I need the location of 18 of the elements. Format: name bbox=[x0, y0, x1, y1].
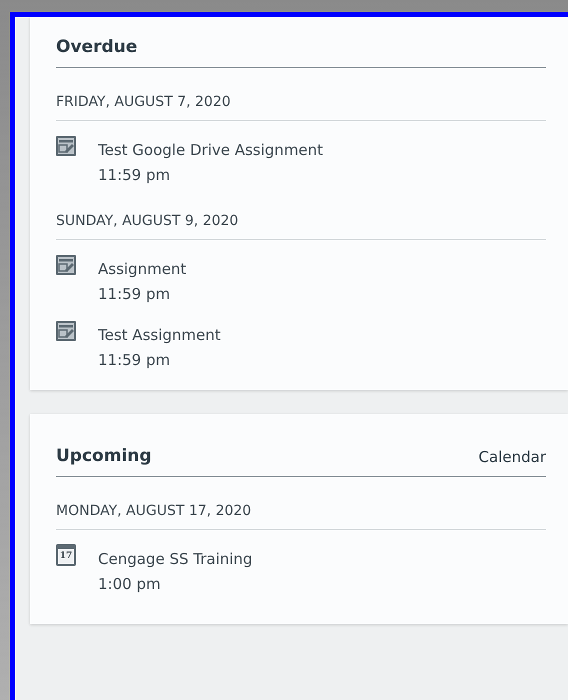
due-time: 11:59 pm bbox=[98, 165, 172, 185]
date-heading: MONDAY, AUGUST 17, 2020 bbox=[56, 501, 546, 530]
due-time: 1:00 pm bbox=[98, 574, 162, 594]
calendar-icon: 17 bbox=[56, 544, 76, 566]
due-time: 11:59 pm bbox=[98, 284, 172, 304]
item-title-link[interactable]: Test Google Drive Assignment bbox=[98, 135, 324, 165]
assignment-icon bbox=[56, 321, 76, 341]
item-title-link[interactable]: Cengage SS Training bbox=[98, 544, 252, 574]
date-heading: FRIDAY, AUGUST 7, 2020 bbox=[56, 92, 546, 121]
calendar-link[interactable]: Calendar bbox=[478, 446, 546, 468]
due-time: 11:59 pm bbox=[98, 350, 172, 370]
item-title-link[interactable]: Test Assignment bbox=[98, 320, 221, 350]
section-heading: Upcoming bbox=[56, 445, 152, 468]
date-heading: SUNDAY, AUGUST 9, 2020 bbox=[56, 211, 546, 240]
assignment-icon bbox=[56, 255, 76, 275]
section-heading: Overdue bbox=[56, 36, 138, 59]
assignment-icon bbox=[56, 136, 76, 156]
item-title-link[interactable]: Assignment bbox=[98, 254, 186, 284]
